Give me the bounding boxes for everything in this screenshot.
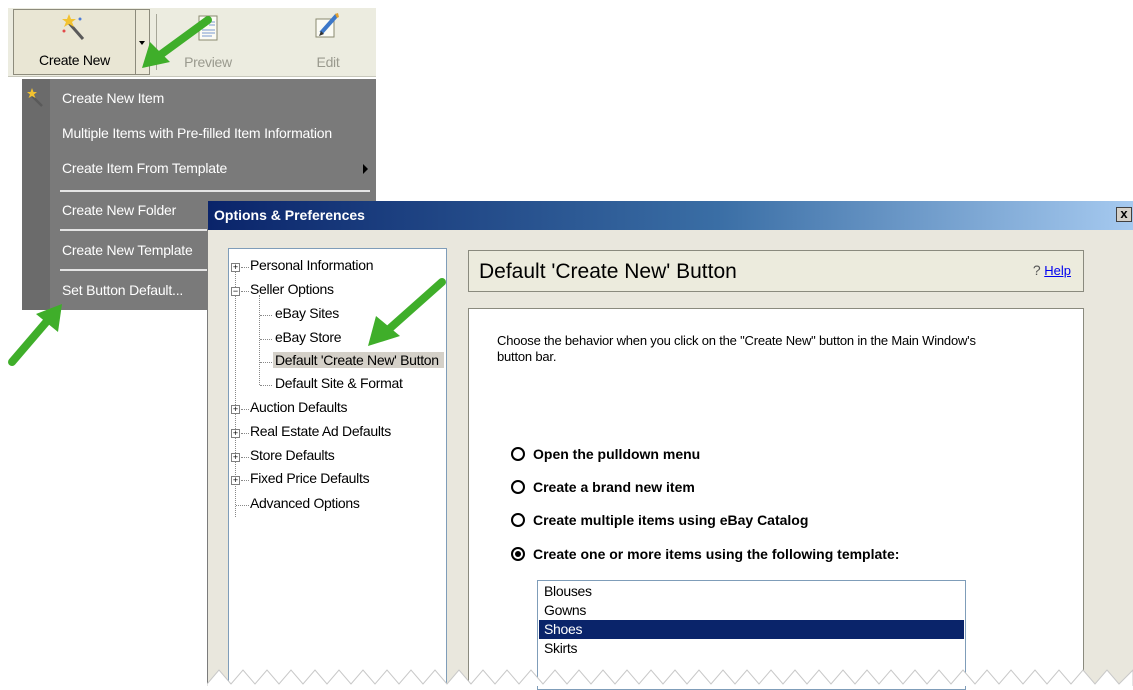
- radio-button-icon[interactable]: [511, 480, 525, 494]
- radio-create-multiple-items-catalog[interactable]: Create multiple items using eBay Catalog: [511, 512, 808, 528]
- tree-item-default-site-format[interactable]: Default Site & Format: [275, 375, 403, 391]
- tree-line: [259, 295, 260, 385]
- expand-icon[interactable]: +: [231, 263, 240, 272]
- expand-icon[interactable]: +: [231, 476, 240, 485]
- tree-item-seller-options[interactable]: Seller Options: [250, 281, 334, 297]
- tree-line: [241, 433, 249, 434]
- chevron-right-icon: [363, 164, 368, 174]
- tree-line: [260, 362, 272, 363]
- tree-line: [241, 291, 249, 292]
- tree-item-ebay-store[interactable]: eBay Store: [275, 329, 342, 345]
- radio-label: Create a brand new item: [533, 479, 695, 495]
- tree-item-ebay-sites[interactable]: eBay Sites: [275, 305, 339, 321]
- tree-line: [241, 267, 249, 268]
- options-dialog: Options & Preferences x + Personal Infor…: [207, 201, 1133, 690]
- magic-wand-icon: [62, 14, 85, 40]
- torn-edge-decoration: [207, 669, 1133, 686]
- radio-button-icon[interactable]: [511, 513, 525, 527]
- magic-wand-icon: [27, 88, 43, 107]
- tree-line: [241, 457, 249, 458]
- tree-line: [260, 315, 272, 316]
- menu-item-create-from-template[interactable]: Create Item From Template: [50, 151, 376, 185]
- tree-item-auction-defaults[interactable]: Auction Defaults: [250, 399, 347, 415]
- dialog-titlebar[interactable]: Options & Preferences x: [208, 201, 1133, 230]
- edit-label: Edit: [316, 54, 340, 70]
- panel-content: Choose the behavior when you click on th…: [468, 308, 1084, 690]
- tree-line: [260, 339, 272, 340]
- tree-item-default-create-new-button[interactable]: Default 'Create New' Button: [273, 352, 444, 368]
- radio-label: Create one or more items using the follo…: [533, 546, 900, 562]
- menu-item-label: Create Item From Template: [62, 160, 228, 176]
- menu-item-label: Set Button Default...: [62, 282, 184, 298]
- collapse-icon[interactable]: −: [231, 287, 240, 296]
- dialog-title: Options & Preferences: [214, 207, 365, 223]
- tree-line: [236, 505, 249, 506]
- tree-item-store-defaults[interactable]: Store Defaults: [250, 447, 335, 463]
- tree-item-advanced-options[interactable]: Advanced Options: [250, 495, 360, 511]
- help-link-group[interactable]: ? Help: [1033, 262, 1071, 278]
- radio-button-selected-icon[interactable]: [511, 547, 525, 561]
- tree-line: [241, 409, 249, 410]
- panel-header: Default 'Create New' Button ? Help: [468, 250, 1084, 292]
- list-item-blouses[interactable]: Blouses: [539, 582, 964, 601]
- list-item-gowns[interactable]: Gowns: [539, 601, 964, 620]
- create-new-label: Create New: [39, 52, 110, 68]
- list-item-skirts[interactable]: Skirts: [539, 639, 964, 658]
- menu-icon-strip: [22, 79, 50, 310]
- panel-description: Choose the behavior when you click on th…: [497, 333, 976, 364]
- annotation-arrow-toolbar: [142, 16, 212, 68]
- radio-button-icon[interactable]: [511, 447, 525, 461]
- tree-item-real-estate-ad-defaults[interactable]: Real Estate Ad Defaults: [250, 423, 391, 439]
- menu-separator: [60, 190, 370, 192]
- radio-label: Open the pulldown menu: [533, 446, 701, 462]
- radio-label: Create multiple items using eBay Catalog: [533, 512, 809, 528]
- radio-create-brand-new-item[interactable]: Create a brand new item: [511, 479, 695, 495]
- list-item-shoes[interactable]: Shoes: [539, 620, 964, 639]
- tree-item-fixed-price-defaults[interactable]: Fixed Price Defaults: [250, 470, 370, 486]
- radio-open-pulldown-menu[interactable]: Open the pulldown menu: [511, 446, 700, 462]
- menu-item-label: Create New Template: [62, 242, 193, 258]
- edit-pencil-icon: [315, 13, 339, 38]
- menu-item-label: Multiple Items with Pre-filled Item Info…: [62, 125, 332, 141]
- tree-line: [260, 385, 272, 386]
- edit-button[interactable]: Edit: [293, 8, 363, 76]
- menu-item-label: Create New Folder: [62, 202, 177, 218]
- expand-icon[interactable]: +: [231, 429, 240, 438]
- radio-create-from-template[interactable]: Create one or more items using the follo…: [511, 546, 899, 562]
- expand-icon[interactable]: +: [231, 453, 240, 462]
- menu-item-multiple-items[interactable]: Multiple Items with Pre-filled Item Info…: [50, 116, 376, 150]
- tree-item-personal-information[interactable]: Personal Information: [250, 257, 373, 273]
- menu-item-label: Create New Item: [62, 90, 165, 106]
- menu-item-create-new-item[interactable]: Create New Item: [50, 81, 376, 115]
- create-new-button[interactable]: Create New: [13, 9, 136, 75]
- close-button[interactable]: x: [1116, 207, 1132, 222]
- expand-icon[interactable]: +: [231, 405, 240, 414]
- annotation-arrow-menu: [8, 304, 62, 366]
- annotation-arrow-tree: [368, 278, 446, 346]
- panel-title: Default 'Create New' Button: [479, 260, 737, 283]
- help-link[interactable]: Help: [1044, 263, 1071, 278]
- help-question-icon: ?: [1032, 262, 1041, 278]
- tree-line: [241, 480, 249, 481]
